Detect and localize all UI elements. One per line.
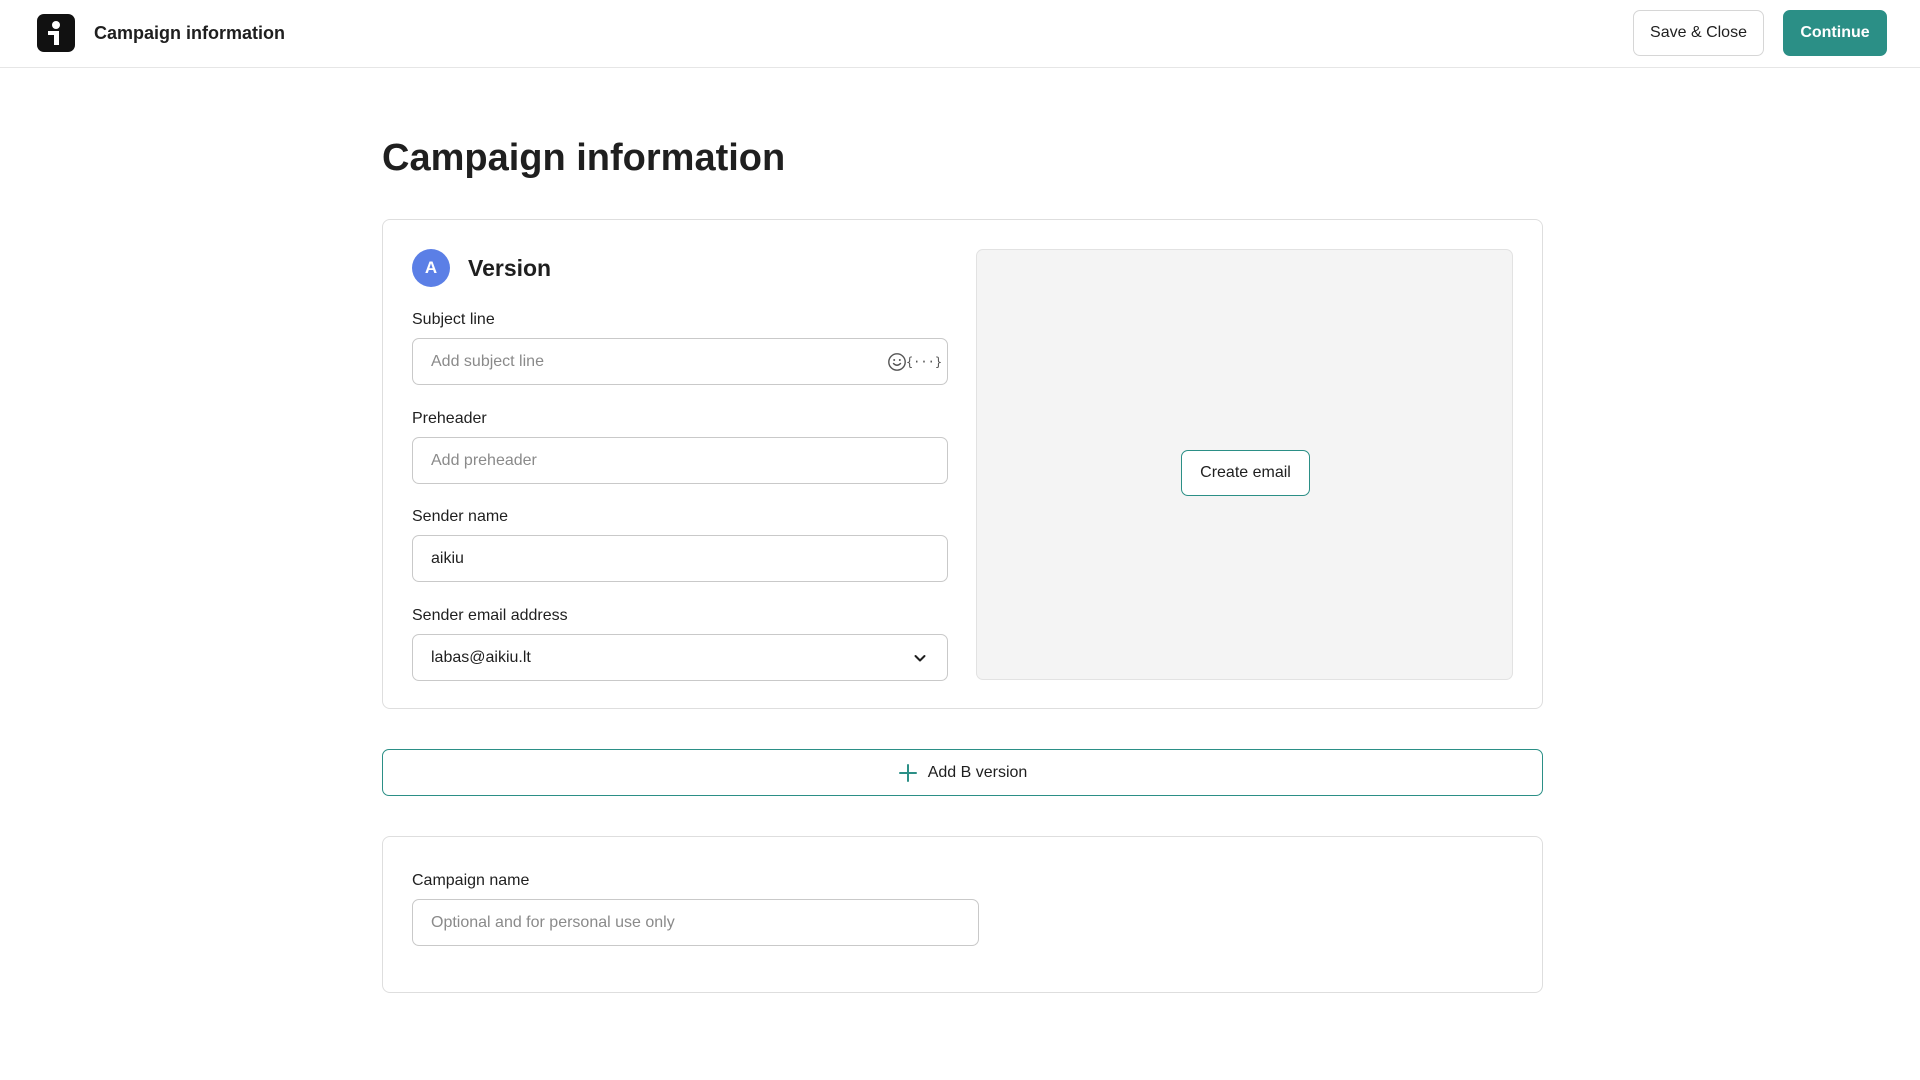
preheader-placeholder: Add preheader bbox=[431, 451, 537, 469]
save-close-button[interactable]: Save & Close bbox=[1633, 10, 1764, 56]
campaign-name-card: Campaign name Optional and for personal … bbox=[382, 836, 1543, 993]
add-b-version-label: Add B version bbox=[927, 763, 1028, 781]
variable-braces-icon[interactable]: {···} bbox=[906, 352, 942, 372]
smiley-icon[interactable] bbox=[887, 352, 907, 372]
create-email-button[interactable]: Create email bbox=[1181, 450, 1310, 496]
subject-line-input[interactable]: Add subject line {···} bbox=[412, 338, 948, 385]
topbar-title: Campaign information bbox=[94, 23, 286, 43]
sender-email-select[interactable]: labas@aikiu.lt bbox=[412, 634, 948, 681]
brand-logo-icon[interactable] bbox=[37, 14, 75, 52]
version-card: A Version Subject line Add subject line … bbox=[382, 219, 1543, 709]
email-preview-area: Create email bbox=[976, 249, 1513, 680]
add-b-version-button[interactable]: Add B version bbox=[382, 749, 1543, 796]
subject-line-placeholder: Add subject line bbox=[431, 352, 544, 370]
sender-name-label: Sender name bbox=[412, 508, 509, 525]
page-title: Campaign information bbox=[382, 137, 786, 179]
preheader-input[interactable]: Add preheader bbox=[412, 437, 948, 484]
version-badge: A bbox=[412, 249, 450, 287]
campaign-name-label: Campaign name bbox=[412, 872, 530, 889]
preheader-label: Preheader bbox=[412, 410, 487, 427]
plus-icon bbox=[898, 763, 917, 782]
sender-name-value: aikiu bbox=[431, 549, 464, 567]
sender-email-value: labas@aikiu.lt bbox=[431, 648, 531, 666]
campaign-name-placeholder: Optional and for personal use only bbox=[431, 913, 675, 931]
continue-button[interactable]: Continue bbox=[1783, 10, 1887, 56]
sender-email-label: Sender email address bbox=[412, 607, 568, 624]
top-bar: Campaign information Save & Close Contin… bbox=[0, 0, 1920, 68]
version-title: Version bbox=[468, 255, 552, 281]
campaign-name-input[interactable]: Optional and for personal use only bbox=[412, 899, 979, 946]
sender-name-input[interactable]: aikiu bbox=[412, 535, 948, 582]
chevron-down-icon[interactable] bbox=[913, 651, 927, 665]
subject-line-label: Subject line bbox=[412, 311, 495, 328]
